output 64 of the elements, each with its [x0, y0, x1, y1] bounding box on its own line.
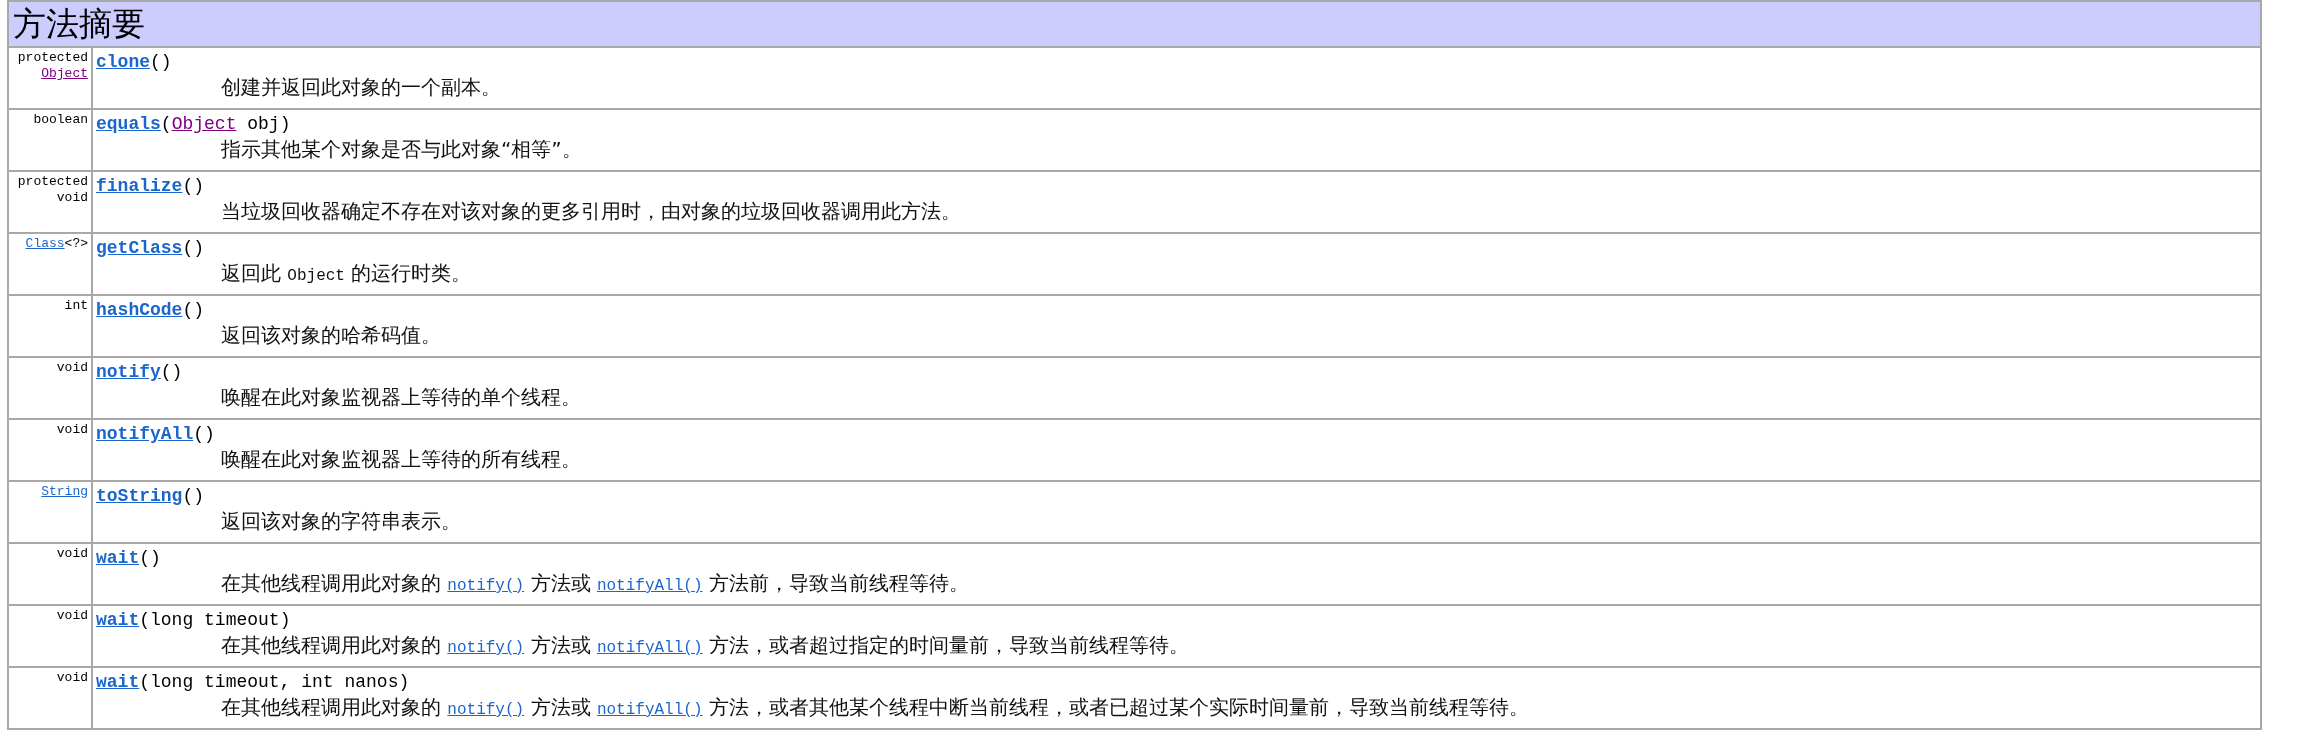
type-link[interactable]: notify()	[447, 701, 525, 719]
method-link[interactable]: toString	[96, 486, 183, 506]
section-heading: 方法摘要	[13, 4, 145, 43]
modifier-text: protected	[17, 50, 88, 65]
parameter-text: ()	[182, 176, 205, 196]
description-text: 当垃圾回收器确定不存在对该对象的更多引用时，由对象的垃圾回收器调用此方法。	[221, 199, 961, 223]
method-link[interactable]: hashCode	[96, 300, 183, 320]
description-text: 在其他线程调用此对象的	[221, 571, 442, 595]
parameter-text: obj)	[246, 114, 291, 134]
modifier-text: boolean	[33, 112, 88, 127]
parameter-text: ()	[182, 486, 205, 506]
description-text: 方法或	[529, 571, 592, 595]
type-link[interactable]: notify()	[447, 577, 525, 595]
type-link[interactable]: Object	[41, 66, 88, 81]
parameter-text: ()	[182, 238, 205, 258]
modifier-text: protected	[17, 174, 88, 189]
parameter-text: ()	[139, 548, 161, 568]
modifier-text: void	[56, 608, 88, 623]
description-text: 在其他线程调用此对象的	[221, 633, 442, 657]
type-link[interactable]: notifyAll()	[596, 701, 703, 719]
description-text: 创建并返回此对象的一个副本。	[221, 75, 501, 99]
description-text: 方法，或者其他某个线程中断当前线程，或者已超过某个实际时间量前，导致当前线程等待。	[707, 695, 1529, 719]
method-link[interactable]: notify	[96, 362, 161, 382]
description-text: 唤醒在此对象监视器上等待的所有线程。	[221, 447, 581, 471]
description-text: 在其他线程调用此对象的	[221, 695, 442, 719]
description-text: 方法，或者超过指定的时间量前，导致当前线程等待。	[707, 633, 1189, 657]
method-link[interactable]: notifyAll	[96, 424, 194, 444]
description-text: 返回此	[221, 261, 282, 285]
modifier-text: void	[56, 190, 88, 205]
parameter-text: ()	[150, 52, 172, 72]
modifier-text: void	[56, 546, 88, 561]
method-link[interactable]: equals	[96, 114, 161, 134]
parameter-text: ()	[193, 424, 215, 444]
type-link[interactable]: String	[41, 484, 88, 499]
parameter-text: (long timeout)	[139, 610, 291, 630]
description-text: 的运行时类。	[350, 261, 472, 285]
description-text: 返回该对象的哈希码值。	[221, 323, 441, 347]
method-link[interactable]: wait	[96, 548, 140, 568]
description-text: 唤醒在此对象监视器上等待的单个线程。	[221, 385, 581, 409]
parameter-text: ()	[182, 300, 205, 320]
parameter-text: (long timeout, int nanos)	[139, 672, 410, 692]
description-text: 方法或	[529, 633, 592, 657]
method-link[interactable]: getClass	[96, 238, 183, 258]
type-link[interactable]: notifyAll()	[596, 639, 703, 657]
description-text: 方法或	[529, 695, 592, 719]
method-link[interactable]: finalize	[96, 176, 183, 196]
description-text: 方法前，导致当前线程等待。	[707, 571, 969, 595]
type-link[interactable]: Class	[25, 236, 65, 251]
modifier-text: void	[56, 360, 88, 375]
parameter-text: ()	[160, 362, 183, 382]
modifier-text: void	[56, 670, 88, 685]
type-link[interactable]: notify()	[447, 639, 525, 657]
code-text: Object	[287, 267, 345, 285]
type-link[interactable]: Object	[171, 114, 237, 134]
modifier-text: void	[56, 422, 88, 437]
description-text: 指示其他某个对象是否与此对象“相等”。	[221, 137, 582, 161]
method-link[interactable]: wait	[96, 610, 140, 630]
parameter-text: (	[160, 114, 172, 134]
modifier-text: <?>	[64, 236, 88, 251]
type-link[interactable]: notifyAll()	[596, 577, 703, 595]
method-link[interactable]: clone	[96, 52, 150, 72]
description-text: 返回该对象的字符串表示。	[221, 509, 461, 533]
modifier-text: int	[64, 298, 88, 313]
method-link[interactable]: wait	[96, 672, 140, 692]
